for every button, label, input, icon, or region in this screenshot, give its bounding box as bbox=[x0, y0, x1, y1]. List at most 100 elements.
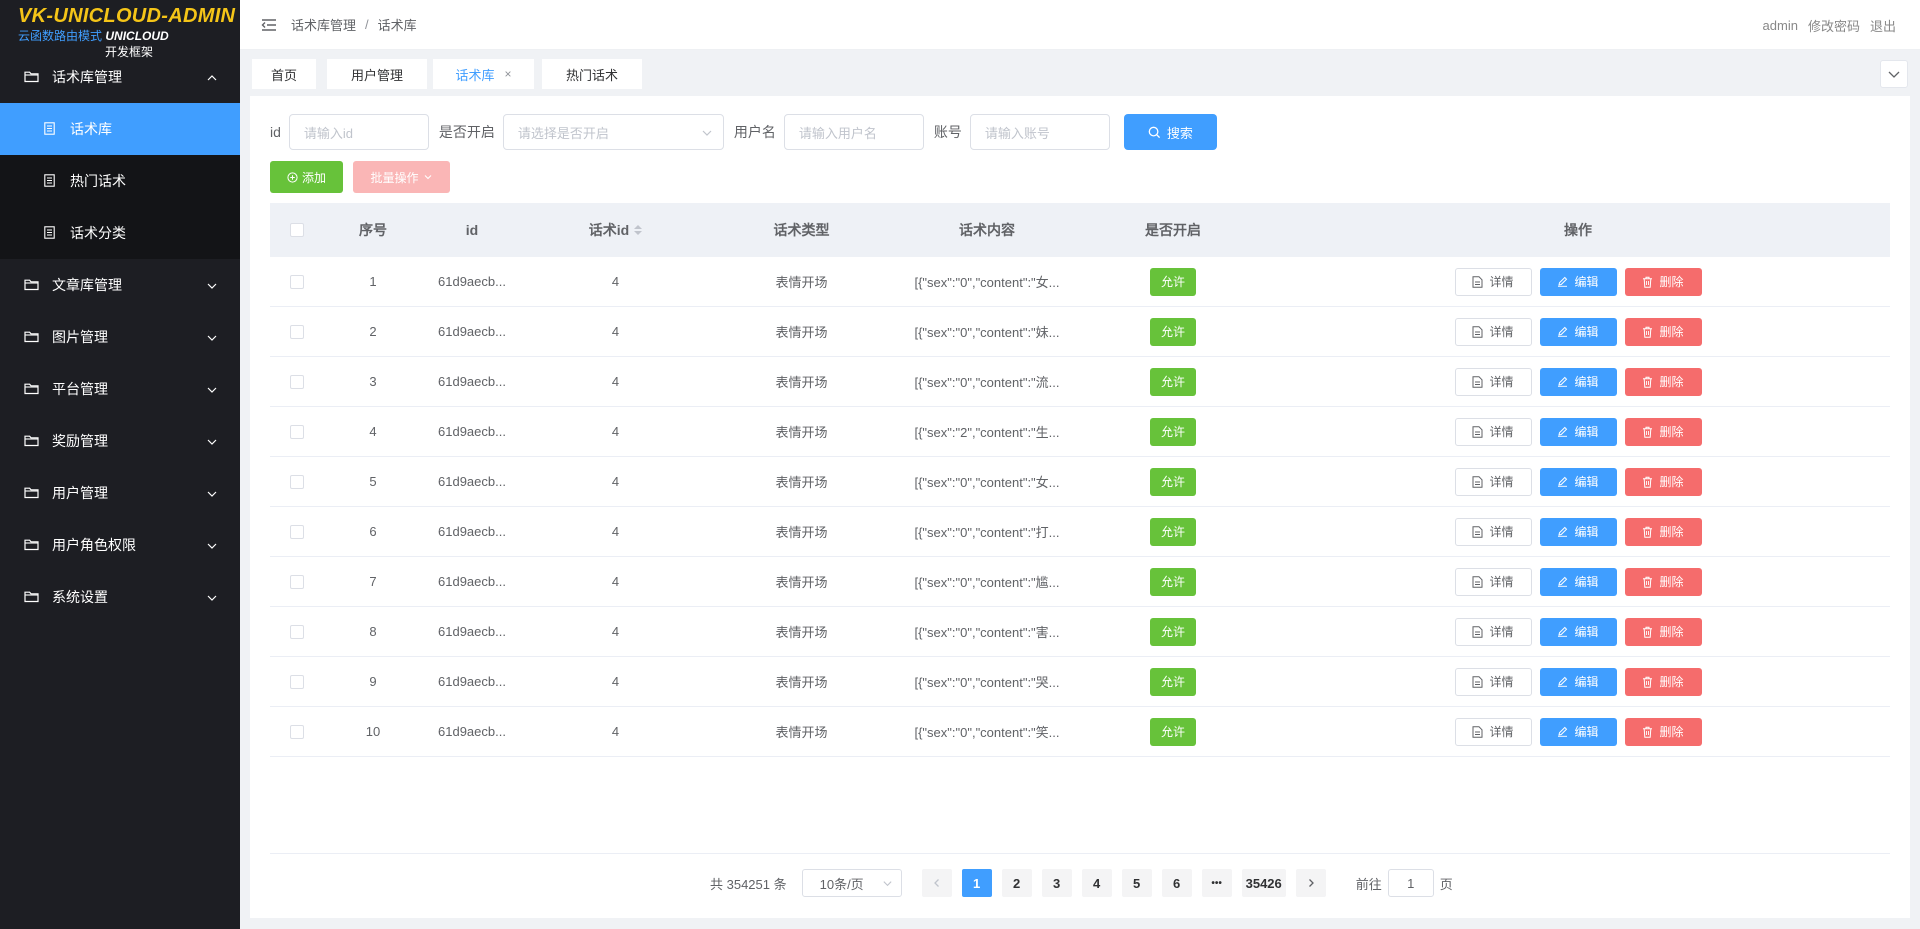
cell-script-id: 4 bbox=[611, 374, 620, 389]
detail-button[interactable]: 详情 bbox=[1454, 317, 1532, 346]
delete-button[interactable]: 删除 bbox=[1624, 717, 1702, 746]
row-checkbox[interactable] bbox=[290, 524, 304, 539]
row-checkbox[interactable] bbox=[290, 274, 304, 289]
tab-user-management[interactable]: 用户管理 bbox=[327, 59, 427, 89]
breadcrumb-item-parent[interactable]: 话术库管理 bbox=[291, 15, 356, 34]
sidebar-group-4[interactable]: 奖励管理 bbox=[0, 415, 240, 467]
menu-fold-icon[interactable] bbox=[261, 17, 277, 33]
detail-button[interactable]: 详情 bbox=[1454, 717, 1532, 746]
id-input[interactable]: 请输入id bbox=[288, 114, 429, 150]
edit-button[interactable]: 编辑 bbox=[1539, 717, 1617, 746]
page-5[interactable]: 5 bbox=[1121, 869, 1152, 897]
user-name[interactable]: admin bbox=[1763, 18, 1798, 33]
page-6[interactable]: 6 bbox=[1161, 869, 1192, 897]
delete-button[interactable]: 删除 bbox=[1624, 667, 1702, 696]
edit-icon bbox=[1557, 376, 1568, 387]
sidebar-item-0-2[interactable]: 话术分类 bbox=[0, 207, 240, 259]
sidebar-group-7[interactable]: 系统设置 bbox=[0, 571, 240, 623]
edit-button-label: 编辑 bbox=[1574, 525, 1599, 539]
delete-button[interactable]: 删除 bbox=[1624, 517, 1702, 546]
delete-button[interactable]: 删除 bbox=[1624, 417, 1702, 446]
sidebar-group-0[interactable]: 话术库管理 bbox=[0, 51, 240, 103]
detail-button[interactable]: 详情 bbox=[1454, 567, 1532, 596]
page-last[interactable]: 35426 bbox=[1241, 869, 1286, 897]
tab-script-library[interactable]: 话术库 × bbox=[433, 59, 534, 89]
detail-button[interactable]: 详情 bbox=[1454, 267, 1532, 296]
row-checkbox[interactable] bbox=[290, 674, 304, 689]
detail-button[interactable]: 详情 bbox=[1454, 617, 1532, 646]
batch-operations-button[interactable]: 批量操作 bbox=[353, 161, 450, 193]
sidebar-group-2[interactable]: 图片管理 bbox=[0, 311, 240, 363]
delete-button[interactable]: 删除 bbox=[1624, 567, 1702, 596]
select-all-checkbox[interactable] bbox=[290, 223, 304, 237]
logout-link[interactable]: 退出 bbox=[1870, 16, 1896, 35]
search-button[interactable]: 搜索 bbox=[1123, 114, 1217, 150]
sort-icon[interactable] bbox=[634, 225, 643, 235]
row-checkbox[interactable] bbox=[290, 374, 304, 389]
detail-button[interactable]: 详情 bbox=[1454, 467, 1532, 496]
edit-button[interactable]: 编辑 bbox=[1539, 367, 1617, 396]
edit-button[interactable]: 编辑 bbox=[1539, 467, 1617, 496]
delete-button[interactable]: 删除 bbox=[1624, 367, 1702, 396]
open-select[interactable]: 请选择是否开启 bbox=[502, 114, 724, 150]
tabs-dropdown-button[interactable] bbox=[1880, 60, 1908, 88]
sidebar-group-5[interactable]: 用户管理 bbox=[0, 467, 240, 519]
delete-button[interactable]: 删除 bbox=[1624, 617, 1702, 646]
sidebar-group-6[interactable]: 用户角色权限 bbox=[0, 519, 240, 571]
sidebar-group-3[interactable]: 平台管理 bbox=[0, 363, 240, 415]
tab-close-icon[interactable]: × bbox=[505, 67, 512, 81]
table-row: 8 61d9aecb... 4 表情开场 [{"sex":"0","content":"… bbox=[270, 607, 1890, 657]
cell-no: 9 bbox=[369, 674, 377, 689]
delete-button[interactable]: 删除 bbox=[1624, 317, 1702, 346]
edit-button[interactable]: 编辑 bbox=[1539, 567, 1617, 596]
header: 话术库管理 / 话术库 admin 修改密码 退出 bbox=[240, 0, 1920, 50]
prev-page-button[interactable] bbox=[921, 869, 952, 897]
delete-button[interactable]: 删除 bbox=[1624, 467, 1702, 496]
page-4[interactable]: 4 bbox=[1081, 869, 1112, 897]
change-password-link[interactable]: 修改密码 bbox=[1808, 16, 1860, 35]
detail-button[interactable]: 详情 bbox=[1454, 367, 1532, 396]
edit-button[interactable]: 编辑 bbox=[1539, 317, 1617, 346]
detail-button[interactable]: 详情 bbox=[1454, 667, 1532, 696]
tab-home[interactable]: 首页 bbox=[252, 59, 316, 89]
edit-button[interactable]: 编辑 bbox=[1539, 267, 1617, 296]
page-2[interactable]: 2 bbox=[1001, 869, 1032, 897]
row-checkbox[interactable] bbox=[290, 324, 304, 339]
delete-button[interactable]: 删除 bbox=[1624, 267, 1702, 296]
edit-button[interactable]: 编辑 bbox=[1539, 617, 1617, 646]
cell-content: [{"sex":"0","content":"害... bbox=[914, 625, 1060, 640]
row-checkbox[interactable] bbox=[290, 574, 304, 589]
page-size-select[interactable]: 10条/页 bbox=[801, 869, 902, 897]
add-button[interactable]: 添加 bbox=[270, 161, 343, 193]
sidebar-item-0-0[interactable]: 话术库 bbox=[0, 103, 240, 155]
status-badge: 允许 bbox=[1150, 617, 1196, 646]
goto-page-input[interactable]: 1 bbox=[1387, 869, 1434, 897]
goto-label: 前往 bbox=[1355, 876, 1382, 892]
next-page-button[interactable] bbox=[1295, 869, 1326, 897]
edit-icon bbox=[1557, 676, 1568, 687]
status-badge: 允许 bbox=[1150, 717, 1196, 746]
row-checkbox[interactable] bbox=[290, 474, 304, 489]
trash-icon bbox=[1642, 276, 1653, 288]
more-pages-button[interactable]: ••• bbox=[1201, 869, 1232, 897]
detail-button[interactable]: 详情 bbox=[1454, 517, 1532, 546]
row-checkbox[interactable] bbox=[290, 424, 304, 439]
edit-button[interactable]: 编辑 bbox=[1539, 667, 1617, 696]
page-1[interactable]: 1 bbox=[961, 869, 992, 897]
edit-button[interactable]: 编辑 bbox=[1539, 517, 1617, 546]
detail-button[interactable]: 详情 bbox=[1454, 417, 1532, 446]
sidebar-item-0-1[interactable]: 热门话术 bbox=[0, 155, 240, 207]
row-checkbox[interactable] bbox=[290, 724, 304, 739]
status-badge: 允许 bbox=[1150, 667, 1196, 696]
cell-ops: 详情 编辑 删除 bbox=[1266, 607, 1890, 656]
account-input[interactable]: 请输入账号 bbox=[969, 114, 1110, 150]
row-checkbox[interactable] bbox=[290, 624, 304, 639]
edit-button[interactable]: 编辑 bbox=[1539, 417, 1617, 446]
sidebar-group-1[interactable]: 文章库管理 bbox=[0, 259, 240, 311]
username-input[interactable]: 请输入用户名 bbox=[783, 114, 924, 150]
header-script-id[interactable]: 话术id bbox=[522, 203, 709, 257]
page-3[interactable]: 3 bbox=[1041, 869, 1072, 897]
tab-hot-scripts[interactable]: 热门话术 bbox=[542, 59, 642, 89]
chevron-down-icon bbox=[206, 539, 218, 551]
chevron-right-icon bbox=[1308, 879, 1314, 887]
